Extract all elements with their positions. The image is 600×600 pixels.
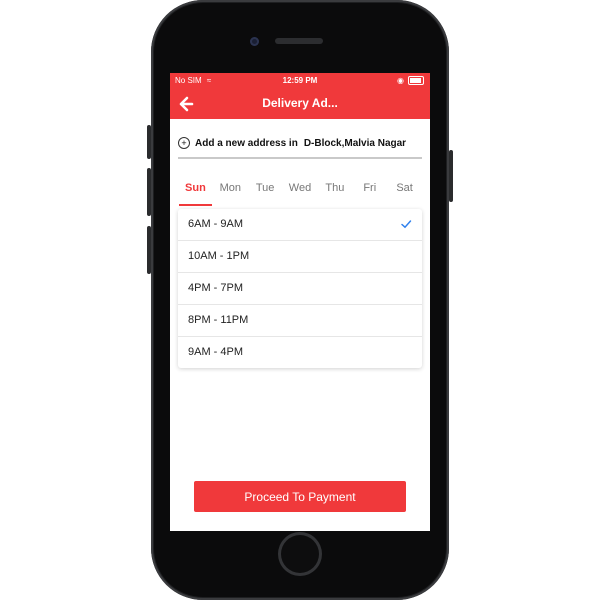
status-right: ◉: [397, 76, 424, 85]
volume-up-button: [147, 168, 151, 216]
time-slot-label: 9AM - 4PM: [188, 346, 244, 358]
power-button: [449, 150, 453, 202]
address-divider: [178, 157, 422, 159]
tab-thu[interactable]: Thu: [317, 182, 352, 208]
status-time: 12:59 PM: [282, 76, 318, 85]
tab-sat[interactable]: Sat: [387, 182, 422, 208]
checkmark-icon: [401, 220, 412, 229]
page-title: Delivery Ad...: [262, 96, 338, 110]
app-screen: No SIM ≈ 12:59 PM ◉ Delivery Ad... + Add…: [170, 73, 430, 531]
battery-icon: [408, 76, 424, 85]
status-bar: No SIM ≈ 12:59 PM ◉: [170, 73, 430, 89]
time-slot-row[interactable]: 6AM - 9AM: [178, 209, 422, 241]
mute-switch: [147, 125, 151, 159]
active-tab-indicator: [179, 204, 212, 206]
proceed-to-payment-button[interactable]: Proceed To Payment: [194, 481, 406, 512]
time-slot-label: 10AM - 1PM: [188, 250, 250, 262]
time-slot-label: 4PM - 7PM: [188, 282, 244, 294]
add-circle-icon[interactable]: +: [178, 137, 190, 149]
time-slot-row[interactable]: 8PM - 11PM: [178, 305, 422, 337]
time-slot-label: 8PM - 11PM: [188, 314, 249, 326]
earpiece-speaker: [275, 38, 323, 44]
tab-mon[interactable]: Mon: [213, 182, 248, 208]
tab-wed[interactable]: Wed: [283, 182, 318, 208]
nav-bar: Delivery Ad...: [170, 89, 430, 119]
tab-fri[interactable]: Fri: [352, 182, 387, 208]
time-slot-row[interactable]: 9AM - 4PM: [178, 337, 422, 368]
home-button[interactable]: [278, 532, 322, 576]
time-slot-row[interactable]: 10AM - 1PM: [178, 241, 422, 273]
time-slot-label: 6AM - 9AM: [188, 218, 244, 230]
add-address-row[interactable]: + Add a new address in D-Block,Malvia Na…: [178, 137, 422, 149]
day-tabs: Sun Mon Tue Wed Thu Fri Sat: [178, 182, 422, 208]
time-slot-list: 6AM - 9AM 10AM - 1PM 4PM - 7PM 8PM - 11P…: [178, 209, 422, 368]
tab-tue[interactable]: Tue: [248, 182, 283, 208]
volume-down-button: [147, 226, 151, 274]
orientation-lock-icon: ◉: [397, 76, 404, 85]
address-location: D-Block,Malvia Nagar: [303, 137, 407, 149]
add-address-label[interactable]: Add a new address in: [195, 138, 298, 149]
front-camera: [250, 37, 259, 46]
time-slot-row[interactable]: 4PM - 7PM: [178, 273, 422, 305]
